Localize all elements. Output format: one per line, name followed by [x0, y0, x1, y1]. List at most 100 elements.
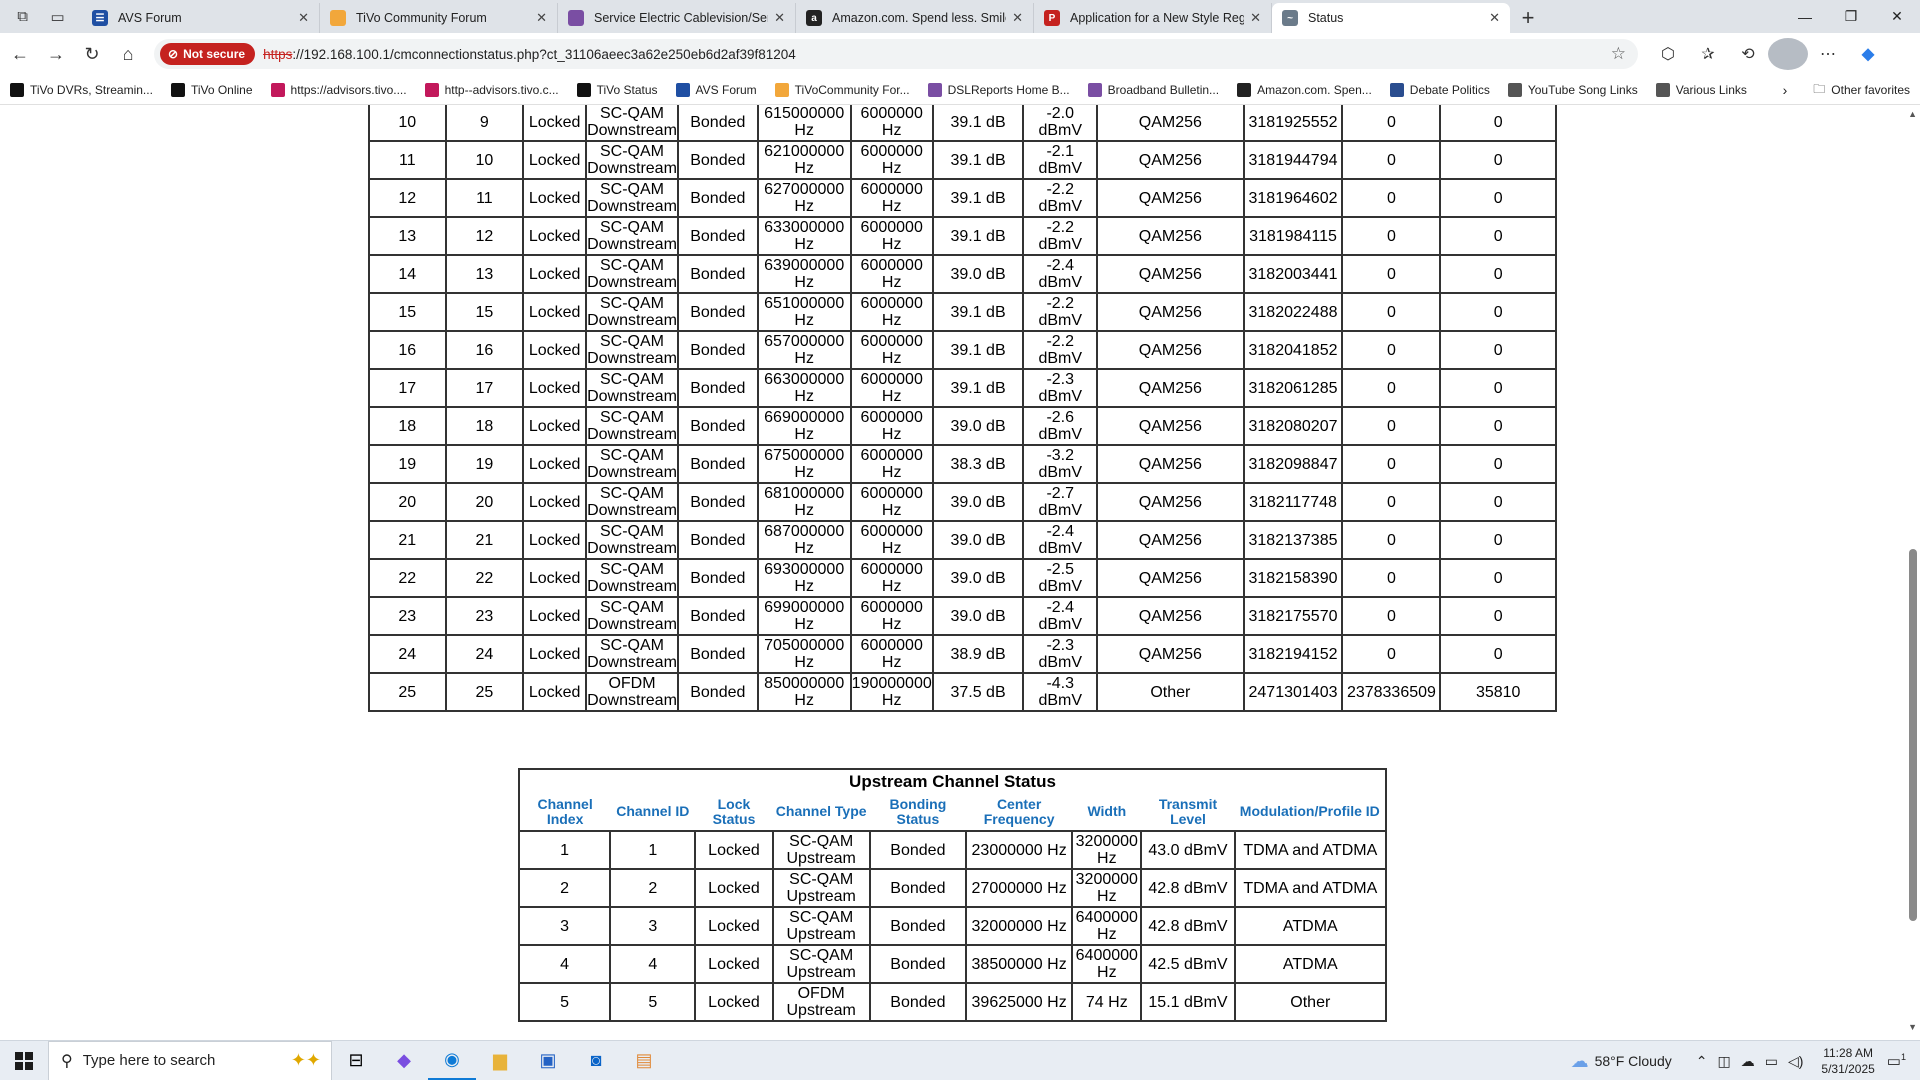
bookmark-item[interactable]: Debate Politics: [1389, 82, 1490, 97]
warning-icon: ⊘: [168, 47, 179, 61]
tab-title: Application for a New Style Regist: [1070, 11, 1245, 25]
network-icon[interactable]: ▭: [1765, 1053, 1778, 1070]
copilot-icon[interactable]: ◆: [1848, 38, 1888, 70]
close-window-icon[interactable]: ✕: [1874, 0, 1920, 33]
upstream-cell: 4: [517, 944, 612, 984]
upstream-header-cell: Modulation/Profile ID: [1234, 793, 1388, 832]
back-button[interactable]: ←: [2, 38, 38, 70]
downstream-cell: 0: [1439, 444, 1557, 484]
bookmark-favicon-icon: [927, 82, 942, 97]
taskbar-search[interactable]: ⚲ Type here to search ✦✦: [48, 1040, 332, 1080]
downstream-cell: Bonded: [676, 520, 759, 560]
outlook-icon[interactable]: ◙: [572, 1041, 620, 1080]
downstream-cell: 6000000 Hz: [849, 634, 934, 674]
bookmark-item[interactable]: TiVo DVRs, Streamin...: [10, 82, 153, 97]
close-tab-icon[interactable]: ✕: [298, 10, 309, 26]
other-favorites[interactable]: 🗀 Other favorites: [1813, 80, 1910, 101]
refresh-button[interactable]: ↻: [74, 38, 110, 70]
url-text[interactable]: https://192.168.100.1/cmconnectionstatus…: [263, 47, 796, 62]
favorite-star-icon[interactable]: ☆: [1611, 44, 1626, 64]
bookmark-favicon-icon: [1507, 82, 1522, 97]
close-tab-icon[interactable]: ✕: [536, 10, 547, 26]
downstream-cell: -3.2 dBmV: [1022, 444, 1099, 484]
folder-icon: 🗀: [1813, 81, 1826, 96]
workspaces-icon[interactable]: ⧉: [17, 8, 28, 25]
new-tab-button[interactable]: +: [1510, 3, 1546, 33]
downstream-cell: 20: [368, 482, 447, 522]
upstream-header-cell: Width: [1072, 793, 1142, 832]
edge-browser-icon[interactable]: ◉: [428, 1041, 476, 1080]
scroll-up-icon[interactable]: ▲: [1908, 109, 1917, 119]
volume-icon[interactable]: ◁): [1788, 1053, 1803, 1070]
store-icon[interactable]: ▣: [524, 1041, 572, 1080]
close-tab-icon[interactable]: ✕: [1012, 10, 1023, 26]
bookmark-item[interactable]: AVS Forum: [675, 82, 757, 97]
address-bar[interactable]: ⊘ Not secure https://192.168.100.1/cmcon…: [154, 39, 1638, 69]
downstream-cell: 0: [1439, 140, 1557, 180]
downstream-cell: 0: [1439, 105, 1557, 142]
restore-icon[interactable]: ❐: [1828, 0, 1874, 33]
downstream-row: 24 24 Locked SC-QAM Downstream Bonded 7050000…: [368, 634, 1557, 674]
tab-2[interactable]: Service Electric Cablevision/Servic ✕: [558, 3, 796, 33]
tab-title: TiVo Community Forum: [356, 11, 487, 25]
tab-4[interactable]: P Application for a New Style Regist ✕: [1034, 3, 1272, 33]
scroll-down-icon[interactable]: ▼: [1908, 1022, 1917, 1032]
app-icon[interactable]: ▤: [620, 1041, 668, 1080]
more-bookmarks-chevron-icon[interactable]: ›: [1783, 82, 1788, 98]
forward-button[interactable]: →: [38, 38, 74, 70]
minimize-icon[interactable]: —: [1782, 0, 1828, 33]
address-row: ← → ↻ ⌂ ⊘ Not secure https://192.168.100…: [0, 33, 1920, 75]
favorites-icon[interactable]: ✰: [1688, 38, 1728, 70]
upstream-row: 2 2 Locked SC-QAM Upstream Bonded 27000000 Hz…: [517, 868, 1388, 908]
tab-strip: ⧉ ▭ ☰ AVS Forum ✕ TiVo Community Forum ✕ Serv…: [0, 0, 1920, 33]
downstream-cell: 39.0 dB: [931, 406, 1025, 446]
profile-button[interactable]: [1768, 38, 1808, 70]
task-view-icon[interactable]: ⊟: [332, 1041, 380, 1080]
downstream-cell: 0: [1341, 520, 1442, 560]
not-secure-badge[interactable]: ⊘ Not secure: [160, 43, 256, 65]
downstream-cell: 627000000 Hz: [756, 178, 852, 218]
close-tab-icon[interactable]: ✕: [1250, 10, 1261, 26]
tray-expand-icon[interactable]: ⌃: [1696, 1053, 1708, 1070]
tab-3[interactable]: a Amazon.com. Spend less. Smile m ✕: [796, 3, 1034, 33]
start-button[interactable]: [0, 1041, 48, 1080]
tab-5[interactable]: ~ Status ✕: [1272, 3, 1510, 33]
scrollbar-thumb[interactable]: [1909, 549, 1917, 921]
bookmark-item[interactable]: https://advisors.tivo....: [270, 82, 407, 97]
bookmark-item[interactable]: Amazon.com. Spen...: [1237, 82, 1372, 97]
close-tab-icon[interactable]: ✕: [774, 10, 785, 26]
downstream-cell: Locked: [522, 672, 588, 712]
bookmark-item[interactable]: DSLReports Home B...: [927, 82, 1070, 97]
downstream-cell: -2.4 dBmV: [1022, 254, 1099, 294]
downstream-cell: 6000000 Hz: [849, 558, 934, 598]
upstream-cell: 2: [517, 868, 612, 908]
downstream-cell: Bonded: [676, 444, 759, 484]
clock[interactable]: 11:28 AM 5/31/2025: [1821, 1045, 1874, 1077]
extensions-icon[interactable]: ⬡: [1648, 38, 1688, 70]
more-menu-icon[interactable]: ⋯: [1808, 38, 1848, 70]
downstream-cell: 681000000 Hz: [756, 482, 852, 522]
onedrive-icon[interactable]: ☁: [1741, 1053, 1755, 1070]
bookmark-favicon-icon: [675, 82, 690, 97]
notifications-icon[interactable]: ▭1: [1887, 1052, 1906, 1070]
bookmark-item[interactable]: Broadband Bulletin...: [1087, 82, 1219, 97]
tray-app-icon[interactable]: ◫: [1718, 1053, 1731, 1070]
upstream-cell: ATDMA: [1233, 944, 1388, 984]
bookmark-item[interactable]: http--advisors.tivo.c...: [424, 82, 559, 97]
home-button[interactable]: ⌂: [110, 38, 146, 70]
tab-actions-menu-icon[interactable]: ▭: [51, 8, 65, 26]
downstream-cell: 0: [1341, 178, 1442, 218]
copilot-taskbar-icon[interactable]: ◆: [380, 1041, 428, 1080]
bookmark-item[interactable]: TiVoCommunity For...: [774, 82, 910, 97]
tab-0[interactable]: ☰ AVS Forum ✕: [82, 3, 320, 33]
downstream-cell: 3182158390: [1242, 558, 1344, 598]
bookmark-item[interactable]: TiVo Status: [576, 82, 658, 97]
bookmark-item[interactable]: YouTube Song Links: [1507, 82, 1638, 97]
weather-text[interactable]: 58°F Cloudy: [1595, 1053, 1672, 1069]
tab-1[interactable]: TiVo Community Forum ✕: [320, 3, 558, 33]
bookmark-item[interactable]: Various Links: [1655, 82, 1747, 97]
bookmark-item[interactable]: TiVo Online: [170, 82, 253, 97]
history-icon[interactable]: ⟲: [1728, 38, 1768, 70]
close-tab-icon[interactable]: ✕: [1489, 10, 1500, 26]
file-explorer-icon[interactable]: ▆: [476, 1041, 524, 1080]
